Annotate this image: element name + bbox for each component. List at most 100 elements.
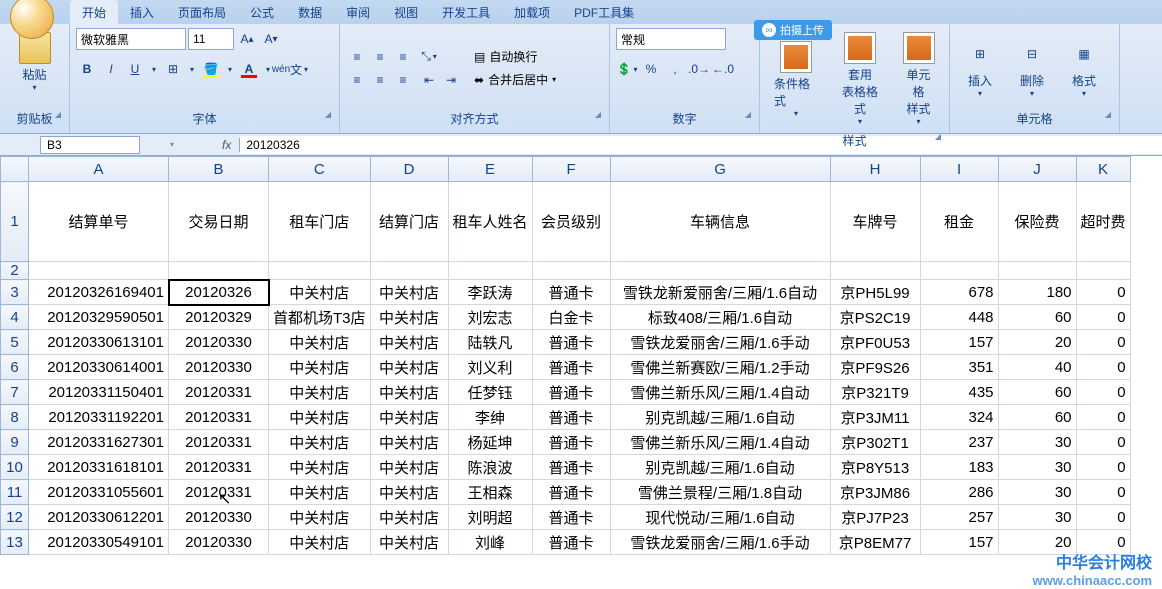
header-cell[interactable]: 租车门店 (269, 182, 371, 262)
cell[interactable]: 普通卡 (532, 505, 610, 530)
col-header-I[interactable]: I (920, 157, 998, 182)
cell[interactable]: 20120329590501 (29, 305, 169, 330)
header-cell[interactable]: 租车人姓名 (448, 182, 532, 262)
cell[interactable]: 20120331 (169, 405, 269, 430)
indent-right-icon[interactable]: ⇥ (440, 69, 462, 91)
cell[interactable]: 雪铁龙新爱丽舍/三厢/1.6自动 (610, 280, 830, 305)
cell[interactable]: 陈浪波 (448, 455, 532, 480)
col-header-F[interactable]: F (532, 157, 610, 182)
cell[interactable]: 中关村店 (370, 530, 448, 555)
cell[interactable]: 中关村店 (269, 355, 371, 380)
cell[interactable]: 京P3JM86 (830, 480, 920, 505)
cell[interactable]: 180 (998, 280, 1076, 305)
cell[interactable]: 60 (998, 380, 1076, 405)
cell[interactable]: 20120326 (169, 280, 269, 305)
cell[interactable]: 286 (920, 480, 998, 505)
cell[interactable] (169, 262, 269, 280)
tab-layout[interactable]: 页面布局 (166, 0, 238, 25)
cell[interactable]: 普通卡 (532, 455, 610, 480)
cell[interactable]: 20120330 (169, 330, 269, 355)
cell[interactable] (29, 262, 169, 280)
cell[interactable]: 京PF9S26 (830, 355, 920, 380)
col-header-G[interactable]: G (610, 157, 830, 182)
cell[interactable]: 刘宏志 (448, 305, 532, 330)
row-header-11[interactable]: 11 (1, 480, 29, 505)
cell[interactable]: 60 (998, 405, 1076, 430)
cell[interactable]: 刘义利 (448, 355, 532, 380)
cell[interactable]: 中关村店 (269, 430, 371, 455)
cell[interactable]: 普通卡 (532, 430, 610, 455)
border-button[interactable]: ⊞ (162, 58, 184, 80)
cell[interactable]: 首都机场T3店 (269, 305, 371, 330)
cell[interactable]: 0 (1076, 330, 1130, 355)
cell[interactable]: 20120331 (169, 480, 269, 505)
cell[interactable]: 普通卡 (532, 330, 610, 355)
cell[interactable]: 中关村店 (269, 405, 371, 430)
header-cell[interactable]: 结算门店 (370, 182, 448, 262)
cell[interactable]: 普通卡 (532, 280, 610, 305)
cell[interactable]: 0 (1076, 280, 1130, 305)
tab-home[interactable]: 开始 (70, 0, 118, 25)
format-cells-button[interactable]: ▦格式▾ (1060, 34, 1108, 102)
align-right-icon[interactable]: ≡ (392, 69, 414, 91)
cell[interactable]: 京PJ7P23 (830, 505, 920, 530)
phonetic-dropdown[interactable]: ▾ (300, 58, 312, 80)
header-cell[interactable]: 会员级别 (532, 182, 610, 262)
cell[interactable]: 351 (920, 355, 998, 380)
cell[interactable]: 刘峰 (448, 530, 532, 555)
number-format-select[interactable] (616, 28, 726, 50)
cell[interactable] (830, 262, 920, 280)
cond-format-button[interactable]: 条件格式▾ (766, 37, 826, 122)
cell[interactable]: 中关村店 (370, 505, 448, 530)
indent-left-icon[interactable]: ⇤ (418, 69, 440, 91)
cell[interactable]: 30 (998, 455, 1076, 480)
col-header-B[interactable]: B (169, 157, 269, 182)
formula-input[interactable] (240, 136, 1162, 154)
cell[interactable]: 20120330614001 (29, 355, 169, 380)
cell[interactable]: 0 (1076, 305, 1130, 330)
cell[interactable]: 中关村店 (269, 455, 371, 480)
col-header-A[interactable]: A (29, 157, 169, 182)
cell[interactable] (269, 262, 371, 280)
merge-button[interactable]: ⬌合并后居中▾ (474, 71, 556, 88)
comma-button[interactable]: , (664, 58, 686, 80)
cell[interactable]: 257 (920, 505, 998, 530)
col-header-H[interactable]: H (830, 157, 920, 182)
col-header-J[interactable]: J (998, 157, 1076, 182)
row-header-13[interactable]: 13 (1, 530, 29, 555)
cell[interactable]: 陆轶凡 (448, 330, 532, 355)
cell[interactable]: 20120331 (169, 455, 269, 480)
cell[interactable]: 0 (1076, 455, 1130, 480)
cell[interactable]: 普通卡 (532, 405, 610, 430)
col-header-E[interactable]: E (448, 157, 532, 182)
cell[interactable]: 60 (998, 305, 1076, 330)
cell[interactable]: 京P321T9 (830, 380, 920, 405)
cell[interactable]: 20120331 (169, 430, 269, 455)
cell[interactable]: 京PF0U53 (830, 330, 920, 355)
row-header-5[interactable]: 5 (1, 330, 29, 355)
cell[interactable]: 中关村店 (370, 480, 448, 505)
upload-button[interactable]: 拍摄上传 (754, 20, 832, 40)
cell[interactable]: 雪铁龙爱丽舍/三厢/1.6手动 (610, 530, 830, 555)
phonetic-button[interactable]: wén文 (276, 58, 298, 80)
orientation-button[interactable]: ⤡ (418, 45, 440, 67)
cell[interactable]: 20120330613101 (29, 330, 169, 355)
row-header-12[interactable]: 12 (1, 505, 29, 530)
bold-button[interactable]: B (76, 58, 98, 80)
cell[interactable]: 20120331150401 (29, 380, 169, 405)
cell[interactable]: 王相森 (448, 480, 532, 505)
cell[interactable]: 20120330612201 (29, 505, 169, 530)
cell[interactable]: 0 (1076, 480, 1130, 505)
cell[interactable]: 京PS2C19 (830, 305, 920, 330)
name-box[interactable] (40, 136, 140, 154)
cell[interactable]: 白金卡 (532, 305, 610, 330)
cell[interactable]: 0 (1076, 355, 1130, 380)
row-header-4[interactable]: 4 (1, 305, 29, 330)
cell[interactable]: 京PH5L99 (830, 280, 920, 305)
increase-decimal-icon[interactable]: .0→ (688, 58, 710, 80)
decrease-decimal-icon[interactable]: ←.0 (712, 58, 734, 80)
cell[interactable] (998, 262, 1076, 280)
border-dropdown[interactable]: ▾ (186, 58, 198, 80)
tab-addin[interactable]: 加载项 (502, 0, 562, 25)
cell[interactable]: 237 (920, 430, 998, 455)
